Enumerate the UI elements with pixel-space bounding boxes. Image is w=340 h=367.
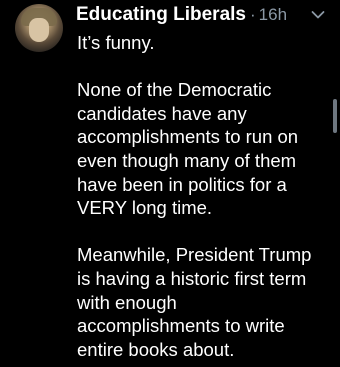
tweet-text: It’s funny. None of the Democratic candi… bbox=[77, 31, 335, 361]
tweet-line: VERY long time. bbox=[77, 197, 213, 219]
scrollbar[interactable] bbox=[333, 99, 337, 133]
avatar[interactable] bbox=[15, 4, 63, 52]
tweet-line: It’s funny. bbox=[77, 32, 155, 53]
separator-dot: · bbox=[249, 5, 256, 24]
tweet-line: is having a historic first term bbox=[77, 267, 307, 289]
tweet-line: accomplishments to run on bbox=[77, 126, 299, 148]
tweet-line: candidates have any bbox=[77, 102, 247, 124]
tweet-line: even though many of them bbox=[77, 149, 297, 171]
chevron-down-icon[interactable] bbox=[311, 10, 325, 20]
tweet-line: with enough bbox=[77, 291, 177, 313]
tweet-line: None of the Democratic bbox=[77, 79, 272, 101]
author-name[interactable]: Educating Liberals bbox=[76, 4, 246, 26]
tweet-header: Educating Liberals · 16h bbox=[76, 4, 287, 30]
avatar-face bbox=[29, 18, 49, 42]
tweet-line: have been in politics for a bbox=[77, 173, 287, 195]
tweet-line: Meanwhile, President Trump bbox=[77, 244, 312, 266]
tweet[interactable]: Educating Liberals · 16h It’s funny. Non… bbox=[0, 0, 340, 367]
tweet-line: accomplishments to write bbox=[77, 315, 285, 337]
tweet-line: entire books about. bbox=[77, 338, 235, 360]
timestamp[interactable]: 16h bbox=[259, 5, 287, 25]
